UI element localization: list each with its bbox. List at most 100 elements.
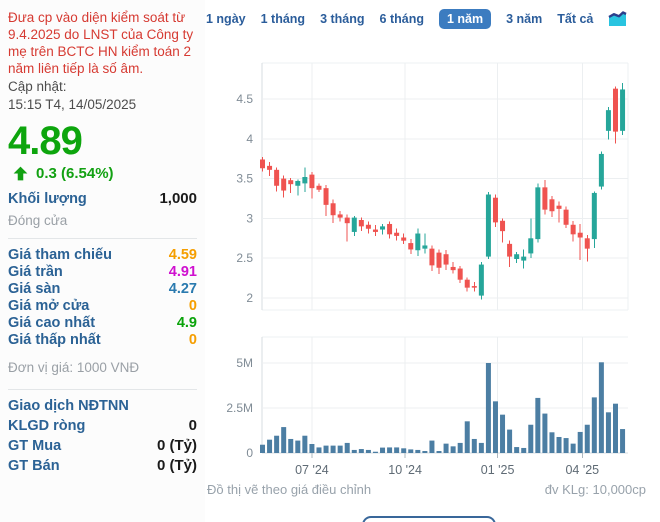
candle-body — [500, 220, 506, 232]
volume-bar — [521, 447, 527, 453]
partial-button[interactable] — [362, 516, 496, 522]
volume-bar — [358, 449, 364, 453]
candle-body — [542, 187, 548, 210]
candle-body — [478, 264, 484, 296]
volume-bar — [514, 447, 520, 453]
candle-body — [570, 224, 576, 235]
candle-body — [302, 177, 308, 184]
candle-body — [429, 248, 435, 266]
volume-bar — [485, 363, 491, 453]
volume-bar — [478, 442, 484, 453]
volume-bar — [415, 449, 421, 453]
price-tick-label: 2.5 — [236, 251, 253, 265]
candle-body — [365, 224, 371, 229]
volume-bar — [302, 435, 308, 453]
volume-bar — [591, 397, 597, 453]
volume-bar — [408, 449, 414, 453]
stock-quote-page: Đưa cp vào diện kiểm soát từ 9.4.2025 do… — [0, 0, 660, 522]
candle-body — [260, 159, 265, 169]
volume-bar — [457, 442, 463, 453]
candle-body — [337, 214, 343, 218]
tab-1-năm[interactable]: 1 năm — [438, 9, 492, 29]
adjusted-price-note: Đồ thị vẽ theo giá điều chỉnh — [207, 482, 372, 497]
candle-body — [605, 110, 611, 131]
volume-bar — [288, 438, 294, 453]
candle-body — [514, 254, 520, 259]
volume-bar — [260, 444, 265, 453]
candle-body — [394, 232, 400, 236]
candle-body — [613, 88, 618, 132]
candle-body — [507, 243, 513, 257]
candle-body — [281, 178, 287, 191]
tab-tất-cả[interactable]: Tất cả — [557, 9, 593, 29]
candle-body — [344, 217, 350, 224]
volume-bar — [570, 443, 576, 453]
volume-bar — [267, 439, 273, 453]
candle-body — [295, 180, 301, 186]
area-chart-icon[interactable] — [608, 11, 627, 27]
candle-body — [485, 194, 491, 257]
volume-bar — [309, 444, 315, 453]
volume-bar — [613, 403, 618, 453]
time-range-tabs: 1 ngày 1 tháng 3 tháng 6 tháng 1 năm 3 năm Tất… — [206, 9, 627, 29]
candle-body — [464, 279, 470, 288]
volume-bar — [464, 421, 470, 453]
volume-tick-label: 2.5M — [226, 401, 253, 415]
candle-body — [457, 268, 463, 280]
candle-body — [323, 188, 329, 205]
volume-bar — [471, 438, 477, 453]
volume-bar — [351, 449, 357, 453]
volume-bar — [401, 448, 407, 453]
volume-bar — [372, 451, 378, 453]
month-label: 04 '25 — [565, 463, 599, 477]
volume-bar — [507, 429, 513, 453]
volume-bar — [556, 436, 562, 453]
candle-body — [288, 180, 294, 185]
volume-bar — [528, 424, 534, 453]
price-volume-chart[interactable]: 4.5 4 3.5 3 2.5 2 5M 2.5M 0 07 '24 10 '24 01 '25 04 … — [0, 0, 660, 522]
volume-tick-label: 5M — [236, 356, 253, 370]
volume-bar — [365, 449, 371, 453]
volume-bar — [274, 435, 280, 453]
candle-body — [450, 266, 456, 271]
candle-body — [401, 237, 407, 241]
tab-1-ngày[interactable]: 1 ngày — [206, 9, 246, 29]
candle-body — [556, 205, 562, 209]
tab-3-năm[interactable]: 3 năm — [506, 9, 542, 29]
volume-bar — [492, 401, 498, 453]
candle-body — [309, 174, 315, 189]
tab-1-tháng[interactable]: 1 tháng — [261, 9, 305, 29]
candle-body — [351, 217, 357, 232]
candle-body — [436, 252, 442, 268]
candle-body — [492, 197, 498, 223]
volume-bar — [429, 440, 435, 453]
volume-bar — [337, 445, 343, 453]
candle-body — [330, 203, 336, 216]
volume-bar — [563, 438, 569, 453]
volume-bar — [549, 432, 555, 453]
volume-bar — [281, 427, 287, 453]
volume-bar — [535, 397, 541, 453]
volume-bar — [605, 412, 611, 453]
candle-body — [387, 223, 393, 235]
tab-3-tháng[interactable]: 3 tháng — [320, 9, 364, 29]
candle-body — [528, 238, 534, 254]
volume-bar — [330, 445, 336, 453]
candle-body — [274, 169, 280, 186]
volume-bar — [344, 442, 350, 453]
volume-bar — [436, 451, 442, 453]
price-tick-label: 4.5 — [236, 92, 253, 106]
candle-body — [549, 199, 555, 212]
volume-bar — [443, 443, 449, 453]
volume-bar — [450, 446, 456, 453]
volume-bar — [422, 451, 428, 453]
candle-body — [316, 185, 322, 190]
candle-body — [521, 256, 527, 261]
month-label: 10 '24 — [388, 463, 422, 477]
volume-bar — [577, 431, 583, 453]
tab-6-tháng[interactable]: 6 tháng — [380, 9, 424, 29]
candle-body — [620, 89, 626, 131]
candle-body — [591, 192, 597, 240]
volume-unit-note: đv KLg: 10,000cp — [544, 482, 646, 497]
volume-bar — [542, 413, 548, 453]
